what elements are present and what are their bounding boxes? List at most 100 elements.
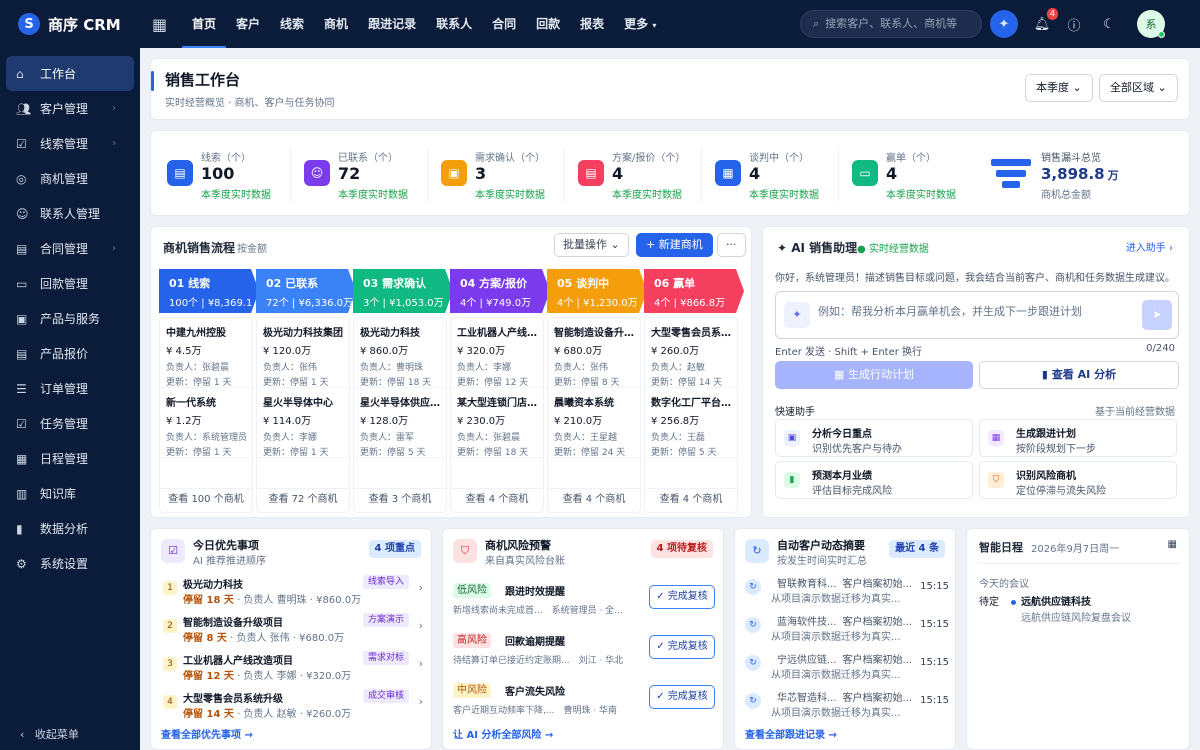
view-stage-opportunities-link[interactable]: 查看 3 个商机: [354, 488, 446, 512]
help-button[interactable]: ⓘ: [1060, 10, 1088, 38]
app-logo[interactable]: S 商序 CRM: [0, 13, 140, 35]
more-options-button[interactable]: ···: [717, 233, 746, 257]
priority-item[interactable]: 2 智能制造设备升级项目 停留 8 天 · 负责人 张伟 · ¥680.0万 方案演示…: [161, 611, 423, 649]
sidebar-item-contracts[interactable]: ▤ 合同管理 ›: [6, 231, 134, 266]
enter-assistant-link[interactable]: 进入助手 ›: [1126, 239, 1173, 254]
stat-card[interactable]: ▣ 需求确认（个） 3 本季度实时数据: [433, 145, 563, 205]
activity-name: 蓝海软件技... 客户档案初始...: [771, 613, 912, 628]
sidebar-item-analytics[interactable]: ▮ 数据分析: [6, 511, 134, 546]
view-stage-opportunities-link[interactable]: 查看 100 个商机: [160, 488, 252, 512]
ai-prompt-input[interactable]: ✦ 例如：帮我分析本月赢单机会，并生成下一步跟进计划 ➤: [775, 291, 1179, 339]
opportunity-card[interactable]: 某大型连锁门店... ¥ 230.0万 负责人：张碧晨 更新：停留 18 天: [451, 388, 543, 458]
batch-actions-button[interactable]: 批量操作 ⌄: [554, 233, 629, 257]
view-stage-opportunities-link[interactable]: 查看 4 个商机: [451, 488, 543, 512]
send-button[interactable]: ➤: [1142, 300, 1172, 330]
risk-level-badge: 低风险: [453, 583, 491, 598]
quick-action-1[interactable]: ▣ 分析今日重点 识别优先客户与待办: [775, 419, 973, 457]
sidebar-item-payments[interactable]: ▭ 回款管理: [6, 266, 134, 301]
stat-card[interactable]: ▭ 赢单（个） 4 本季度实时数据: [844, 145, 974, 205]
view-ai-analysis-button[interactable]: ▮ 查看 AI 分析: [979, 361, 1179, 389]
view-all-priorities-link[interactable]: 查看全部优先事项 →: [161, 726, 253, 741]
nav-contracts[interactable]: 合同: [482, 0, 526, 48]
region-select[interactable]: 全部区域 ⌄: [1099, 74, 1178, 102]
apps-grid-icon[interactable]: ▦: [152, 15, 172, 34]
calendar-icon[interactable]: ▦: [1168, 539, 1177, 550]
sidebar-item-orders[interactable]: ☰ 订单管理: [6, 371, 134, 406]
nav-leads[interactable]: 线索: [270, 0, 314, 48]
opportunity-card[interactable]: 极光动力科技集团 ¥ 120.0万 负责人：张伟 更新：停留 1 天: [257, 318, 349, 388]
opportunity-card[interactable]: 工业机器人产线... ¥ 320.0万 负责人：李娜 更新：停留 12 天: [451, 318, 543, 388]
stat-card[interactable]: ☺ 已联系（个） 72 本季度实时数据: [296, 145, 426, 205]
sidebar-item-opportunities[interactable]: ◎ 商机管理: [6, 161, 134, 196]
stat-card[interactable]: ▤ 方案/报价（个） 4 本季度实时数据: [570, 145, 700, 205]
avatar[interactable]: 系: [1137, 10, 1165, 38]
nav-payments[interactable]: 回款: [526, 0, 570, 48]
meeting-title[interactable]: 远航供应链科技: [1011, 593, 1091, 608]
opportunity-card[interactable]: 极光动力科技 ¥ 860.0万 负责人：曹明珠 更新：停留 18 天: [354, 318, 446, 388]
pipeline-stage[interactable]: 06 赢单 4个 | ¥866.8万: [644, 269, 744, 313]
pipeline-sort[interactable]: 按金额: [237, 240, 267, 255]
view-stage-opportunities-link[interactable]: 查看 4 个商机: [645, 488, 737, 512]
sidebar-item-customers[interactable]: 👥︎ 客户管理 ›: [6, 91, 134, 126]
nav-contacts[interactable]: 联系人: [426, 0, 482, 48]
nav-opportunities[interactable]: 商机: [314, 0, 358, 48]
nav-customers[interactable]: 客户: [226, 0, 270, 48]
opportunity-card[interactable]: 中建九州控股 ¥ 4.5万 负责人：张碧晨 更新：停留 1 天: [160, 318, 252, 388]
activity-item[interactable]: ↻ 宁远供应链... 客户档案初始... 从项目演示数据迁移为真实... 15:15: [745, 649, 949, 685]
sidebar-item-tasks[interactable]: ☑ 任务管理: [6, 406, 134, 441]
ai-sparkle-button[interactable]: ✦: [990, 10, 1018, 38]
view-stage-opportunities-link[interactable]: 查看 4 个商机: [548, 488, 640, 512]
priority-item[interactable]: 4 大型零售会员系统升级 停留 14 天 · 负责人 赵敏 · ¥260.0万 成交审…: [161, 687, 423, 725]
priority-item[interactable]: 3 工业机器人产线改造项目 停留 12 天 · 负责人 李娜 · ¥320.0万 需求…: [161, 649, 423, 687]
nav-reports[interactable]: 报表: [570, 0, 614, 48]
notifications-button[interactable]: 🔔︎ 4: [1028, 8, 1058, 38]
opportunity-card[interactable]: 大型零售会员系... ¥ 260.0万 负责人：赵敏 更新：停留 14 天: [645, 318, 737, 388]
generate-plan-button[interactable]: ▦ 生成行动计划: [775, 361, 973, 389]
new-opportunity-button[interactable]: + 新建商机: [636, 233, 713, 257]
sidebar-item-leads[interactable]: ☑ 线索管理 ›: [6, 126, 134, 161]
activity-item[interactable]: ↻ 智联教育科... 客户档案初始... 从项目演示数据迁移为真实... 15:15: [745, 573, 949, 609]
priority-item[interactable]: 1 极光动力科技 停留 18 天 · 负责人 曹明珠 · ¥860.0万 线索导入 ›: [161, 573, 423, 611]
quick-action-4[interactable]: ⛉ 识别风险商机 定位停滞与流失风险: [979, 461, 1177, 499]
pipeline-stage[interactable]: 02 已联系 72个 | ¥6,336.0万: [256, 269, 356, 313]
quick-action-2[interactable]: ▦ 生成跟进计划 按阶段规划下一步: [979, 419, 1177, 457]
collapse-menu-button[interactable]: ‹ 收起菜单: [0, 726, 140, 742]
nav-home[interactable]: 首页: [182, 0, 227, 48]
quick-assist-title: 快速助手: [775, 407, 815, 418]
search-input[interactable]: ⌕ 搜索客户、联系人、商机等: [800, 10, 982, 38]
sidebar-item-schedule[interactable]: ▦ 日程管理: [6, 441, 134, 476]
analyze-risks-link[interactable]: 让 AI 分析全部风险 →: [453, 726, 553, 741]
opportunity-card[interactable]: 星火半导体供应... ¥ 128.0万 负责人：雷军 更新：停留 5 天: [354, 388, 446, 458]
activity-item[interactable]: ↻ 华芯智造科... 客户档案初始... 从项目演示数据迁移为真实... 15:15: [745, 687, 949, 723]
complete-review-button[interactable]: ✓ 完成复核: [649, 635, 715, 659]
sidebar-item-settings[interactable]: ⚙ 系统设置: [6, 546, 134, 581]
sidebar-item-products[interactable]: ▣ 产品与服务: [6, 301, 134, 336]
quick-action-3[interactable]: ▮ 预测本月业绩 评估目标完成风险: [775, 461, 973, 499]
sidebar-item-knowledge[interactable]: ▥ 知识库: [6, 476, 134, 511]
sidebar-item-quotes[interactable]: ▤ 产品报价: [6, 336, 134, 371]
period-select[interactable]: 本季度 ⌄: [1025, 74, 1093, 102]
pipeline-stage[interactable]: 04 方案/报价 4个 | ¥749.0万: [450, 269, 550, 313]
opportunity-card[interactable]: 星火半导体中心 ¥ 114.0万 负责人：李娜 更新：停留 1 天: [257, 388, 349, 458]
opportunity-card[interactable]: 新一代系统 ¥ 1.2万 负责人：系统管理员 更新：停留 1 天: [160, 388, 252, 458]
activity-item[interactable]: ↻ 蓝海软件技... 客户档案初始... 从项目演示数据迁移为真实... 15:15: [745, 611, 949, 647]
view-stage-opportunities-link[interactable]: 查看 72 个商机: [257, 488, 349, 512]
pipeline-stage[interactable]: 05 谈判中 4个 | ¥1,230.0万: [547, 269, 647, 313]
opportunity-card[interactable]: 智能制造设备升... ¥ 680.0万 负责人：张伟 更新：停留 8 天: [548, 318, 640, 388]
view-all-followups-link[interactable]: 查看全部跟进记录 →: [745, 726, 837, 741]
opportunity-card[interactable]: 数字化工厂平台... ¥ 256.8万 负责人：王磊 更新：停留 5 天: [645, 388, 737, 458]
sidebar-item-contacts[interactable]: ☺ 联系人管理: [6, 196, 134, 231]
pipeline-stage[interactable]: 01 线索100个 | ¥8,369.1万: [159, 269, 259, 313]
complete-review-button[interactable]: ✓ 完成复核: [649, 585, 715, 609]
pipeline-stage[interactable]: 03 需求确认 3个 | ¥1,053.0万: [353, 269, 453, 313]
opportunity-card[interactable]: 晨曦资本系统 ¥ 210.0万 负责人：王星越 更新：停留 24 天: [548, 388, 640, 458]
opportunity-update: 更新：停留 1 天: [166, 378, 232, 388]
stat-card[interactable]: ▦ 谈判中（个） 4 本季度实时数据: [707, 145, 837, 205]
stat-card[interactable]: ▤ 线索（个） 100 本季度实时数据: [159, 145, 289, 205]
opportunity-amount: ¥ 256.8万: [651, 416, 700, 427]
nav-more[interactable]: 更多 ▾: [614, 0, 666, 48]
sidebar-item-workbench[interactable]: ⌂ 工作台: [6, 56, 134, 91]
nav-followups[interactable]: 跟进记录: [358, 0, 426, 48]
complete-review-button[interactable]: ✓ 完成复核: [649, 685, 715, 709]
theme-toggle[interactable]: ☾: [1095, 10, 1123, 38]
